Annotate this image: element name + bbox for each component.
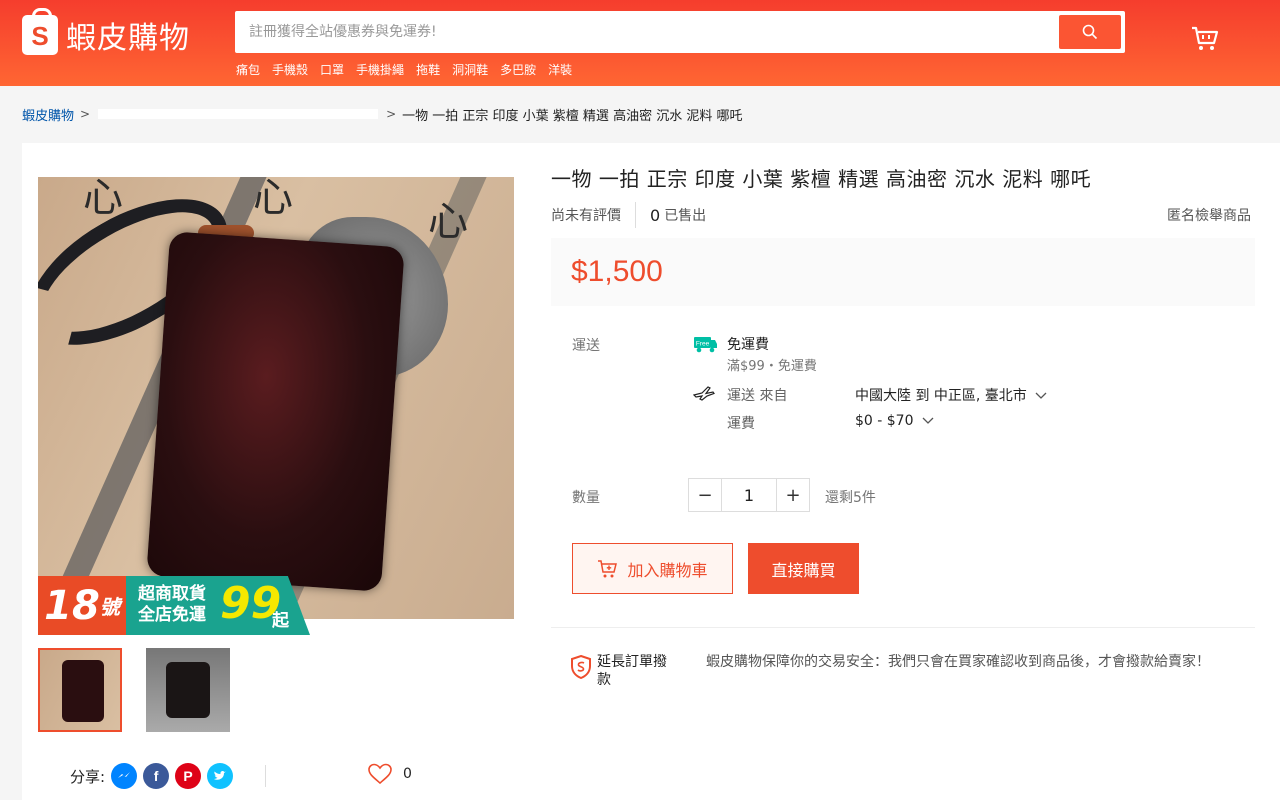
svg-text:Free: Free: [696, 341, 710, 348]
shipping-plane-icon: [693, 386, 715, 401]
heart-icon: [368, 763, 392, 785]
twitter-icon[interactable]: [207, 763, 234, 789]
product-main-image[interactable]: 心 心 心: [38, 177, 514, 619]
hot-keyword[interactable]: 手機殼: [272, 61, 308, 78]
cart-button[interactable]: [1190, 24, 1220, 58]
promo-banner: 18 號 超商取貨 全店免運 99 起: [38, 576, 310, 635]
shipping-label: 運送: [572, 338, 600, 354]
free-shipping-truck-icon: Free: [694, 337, 717, 353]
thumbnail-2[interactable]: [146, 648, 230, 732]
sold-count: 0: [650, 205, 661, 225]
chevron-right-icon: >: [386, 107, 397, 121]
pinterest-icon[interactable]: P: [175, 763, 202, 789]
shield-icon: [571, 655, 591, 679]
sandalwood-pendant: [146, 231, 405, 592]
hot-keyword[interactable]: 手機掛繩: [356, 61, 404, 78]
share-divider: [265, 765, 266, 787]
product-card: 心 心 心 18 號 超商取貨 全店免運 99 起 分享: f P 0 一物 一…: [22, 143, 1280, 800]
shopee-bag-icon: S: [22, 8, 58, 55]
header: S 蝦皮購物 痛包 手機殼 口罩 手機掛繩 拖鞋 洞洞鞋 多巴胺 洋裝: [0, 0, 1280, 86]
breadcrumb-home[interactable]: 蝦皮購物: [22, 105, 74, 124]
guarantee-description: 蝦皮購物保障你的交易安全：我們只會在買家確認收到商品後，才會撥款給賣家！: [706, 654, 1210, 670]
hot-keyword[interactable]: 拖鞋: [416, 61, 440, 78]
image-calligraphy: 心: [428, 199, 468, 245]
quantity-label: 數量: [572, 490, 600, 506]
free-shipping-subtitle: 滿$99・免運費: [727, 359, 817, 374]
stock-remaining: 還剩5件: [825, 490, 876, 506]
like-button[interactable]: 0: [367, 763, 412, 785]
breadcrumb: 蝦皮購物 > > 一物 一拍 正宗 印度 小葉 紫檀 精選 高油密 沉水 泥料 …: [22, 104, 742, 124]
image-calligraphy: 心: [253, 177, 293, 221]
free-shipping-title: 免運費: [727, 337, 769, 353]
quantity-stepper: − 1 +: [688, 478, 810, 512]
search-input[interactable]: [235, 11, 1055, 53]
like-count: 0: [403, 766, 412, 782]
facebook-icon[interactable]: f: [143, 763, 170, 789]
buy-now-button[interactable]: 直接購買: [748, 543, 859, 594]
hot-keyword[interactable]: 痛包: [236, 61, 260, 78]
shipping-fee[interactable]: $0 - $70: [855, 413, 934, 429]
add-to-cart-button[interactable]: 加入購物車: [572, 543, 733, 594]
shipping-fee-label: 運費: [727, 416, 755, 432]
thumbnail-pendant: [166, 662, 210, 718]
promo-date: 18 號: [38, 576, 126, 635]
quantity-increase-button[interactable]: +: [777, 479, 809, 511]
promo-free-shipping: 超商取貨 全店免運 99 起: [126, 576, 310, 635]
rating-text: 尚未有評價: [551, 208, 621, 224]
hot-keyword[interactable]: 口罩: [320, 61, 344, 78]
thumbnail-1[interactable]: [38, 648, 122, 732]
guarantee-title: 延長訂單撥款: [597, 654, 667, 688]
add-to-cart-label: 加入購物車: [627, 560, 708, 580]
chevron-down-icon: [1035, 392, 1047, 399]
add-cart-icon: [598, 559, 618, 577]
hot-keyword[interactable]: 洞洞鞋: [452, 61, 488, 78]
rating-row: 尚未有評價 0 已售出 匿名檢舉商品: [551, 202, 1251, 228]
ship-from-label: 運送 來自: [727, 388, 788, 404]
quantity-decrease-button[interactable]: −: [689, 479, 721, 511]
cart-icon: [1192, 26, 1219, 50]
hot-keywords: 痛包 手機殼 口罩 手機掛繩 拖鞋 洞洞鞋 多巴胺 洋裝: [236, 61, 572, 78]
product-price: $1,500: [571, 255, 663, 288]
hot-keyword[interactable]: 多巴胺: [500, 61, 536, 78]
shopee-logo[interactable]: S 蝦皮購物: [22, 8, 190, 57]
sold-label: 已售出: [664, 208, 707, 224]
logo-text: 蝦皮購物: [66, 21, 190, 56]
search-bar: [235, 11, 1125, 53]
share-label: 分享:: [70, 767, 106, 786]
hot-keyword[interactable]: 洋裝: [548, 61, 572, 78]
search-icon: [1082, 24, 1098, 40]
breadcrumb-redacted: [98, 109, 379, 119]
chevron-right-icon: >: [80, 107, 91, 121]
share-row: 分享: f P: [70, 763, 234, 789]
section-divider: [551, 627, 1255, 628]
chevron-down-icon: [922, 417, 934, 424]
quantity-input[interactable]: 1: [721, 479, 777, 511]
price-box: $1,500: [551, 238, 1255, 306]
messenger-icon[interactable]: [111, 763, 138, 789]
thumbnail-pendant: [62, 660, 104, 722]
search-button[interactable]: [1059, 15, 1121, 49]
rating-divider: [635, 202, 636, 228]
breadcrumb-current: 一物 一拍 正宗 印度 小葉 紫檀 精選 高油密 沉水 泥料 哪吒: [402, 108, 743, 124]
shipping-route[interactable]: 中國大陸 到 中正區, 臺北市: [855, 385, 1047, 405]
product-title: 一物 一拍 正宗 印度 小葉 紫檀 精選 高油密 沉水 泥料 哪吒: [551, 167, 1092, 191]
report-link[interactable]: 匿名檢舉商品: [1167, 205, 1251, 225]
